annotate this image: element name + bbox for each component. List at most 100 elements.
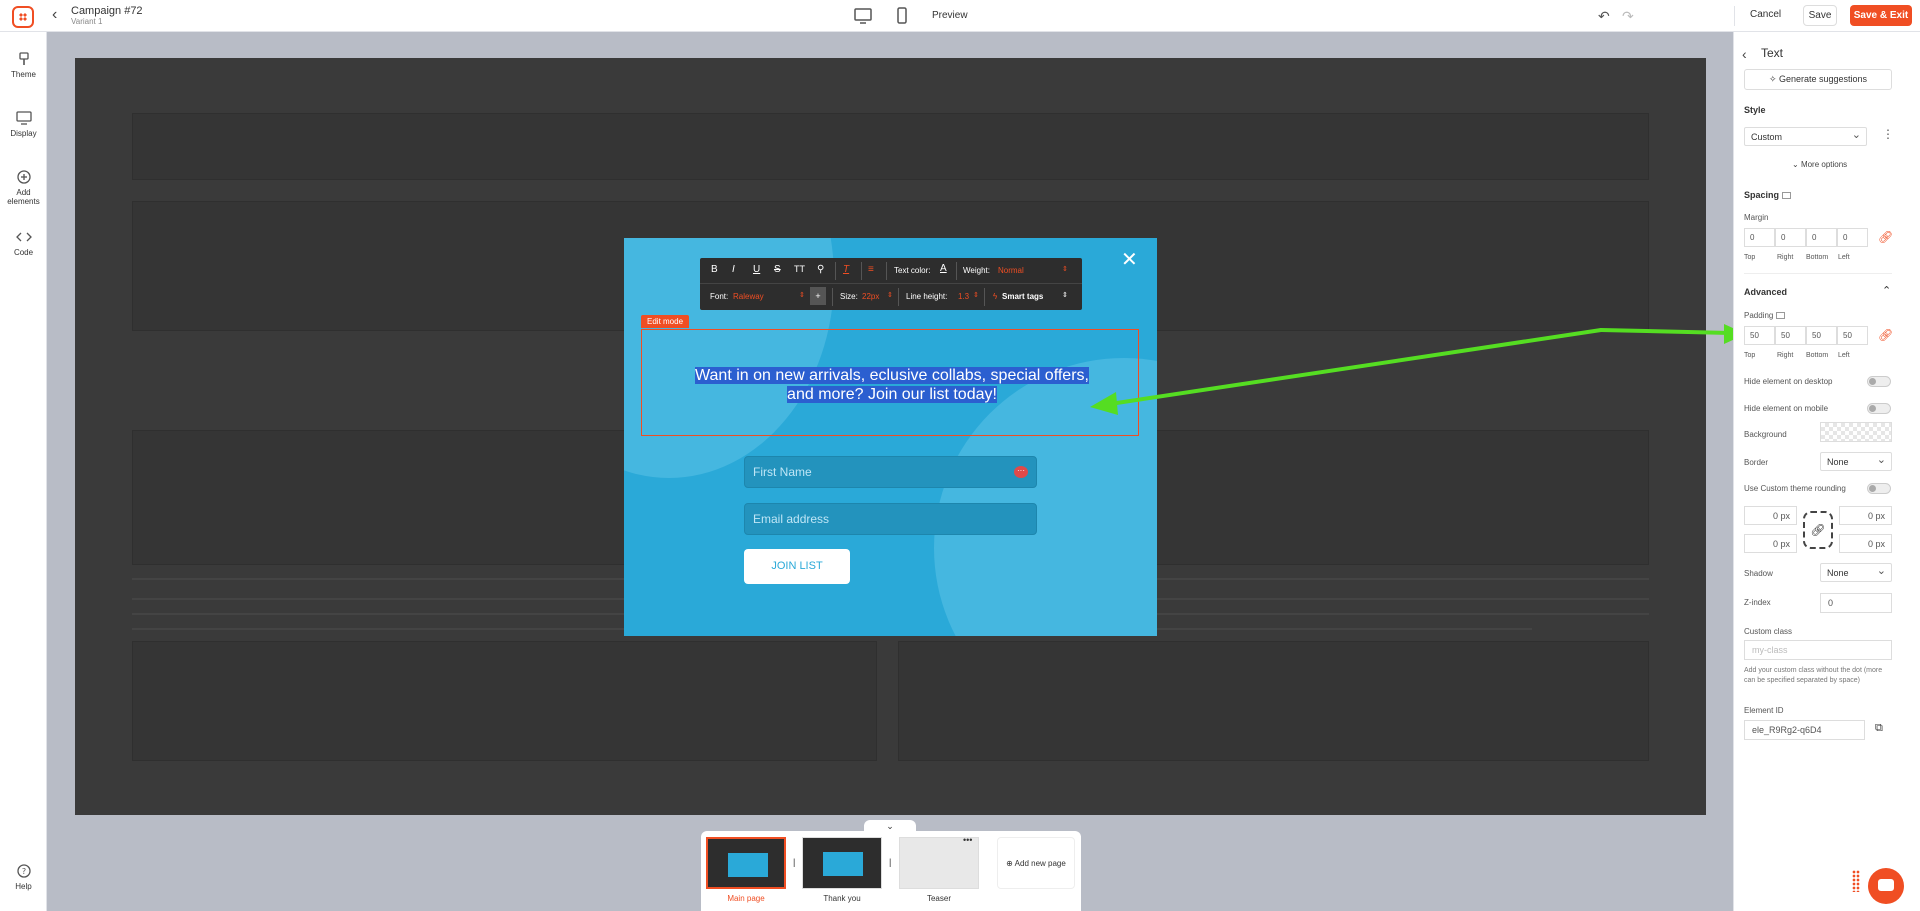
radius-top-left-input[interactable]: 0 px xyxy=(1744,506,1797,525)
generate-label: Generate suggestions xyxy=(1778,74,1868,84)
copy-icon[interactable]: ⧉ xyxy=(1875,722,1883,735)
style-heading: Style xyxy=(1744,105,1766,115)
divider xyxy=(835,262,836,280)
padding-label: Padding xyxy=(1744,311,1786,320)
padding-left-input[interactable]: 50 xyxy=(1837,326,1868,345)
join-list-button[interactable]: JOIN LIST xyxy=(744,549,850,584)
headline-text[interactable]: Want in on new arrivals, eclusive collab… xyxy=(682,366,1102,404)
radius-top-right-input[interactable]: 0 px xyxy=(1839,506,1892,525)
padding-bottom-input[interactable]: 50 xyxy=(1806,326,1837,345)
text-color-icon[interactable]: A xyxy=(940,263,947,274)
first-name-field[interactable]: First Name ··· xyxy=(744,456,1037,488)
border-select[interactable]: None xyxy=(1820,452,1892,471)
back-icon[interactable]: ‹ xyxy=(52,6,57,24)
stepper-icon: ⇕ xyxy=(887,292,893,299)
add-page-label: Add new page xyxy=(1014,859,1066,868)
sidebar-item-theme[interactable]: Theme xyxy=(0,52,47,79)
save-exit-button[interactable]: Save & Exit xyxy=(1850,5,1912,26)
underline-icon[interactable]: U xyxy=(753,264,760,275)
padding-top-input[interactable]: 50 xyxy=(1744,326,1775,345)
ghost-block xyxy=(132,113,1649,180)
margin-top-input[interactable]: 0 xyxy=(1744,228,1775,247)
clear-format-icon[interactable]: T xyxy=(843,264,849,275)
line-height-select[interactable]: 1.3 xyxy=(958,292,969,301)
zindex-input[interactable]: 0 xyxy=(1820,593,1892,613)
mobile-view-icon[interactable] xyxy=(894,6,910,26)
cancel-button[interactable]: Cancel xyxy=(1750,9,1781,20)
radius-bottom-left-input[interactable]: 0 px xyxy=(1744,534,1797,553)
style-select-value: Custom xyxy=(1751,132,1783,142)
page-thumb-main[interactable] xyxy=(706,837,786,889)
thumb-preview xyxy=(728,853,768,877)
more-icon[interactable]: ··· xyxy=(1014,466,1028,478)
more-icon[interactable]: ••• xyxy=(963,835,972,845)
link-icon[interactable]: 🔗︎ xyxy=(1878,328,1893,342)
chat-icon[interactable] xyxy=(1868,868,1904,904)
drag-handle-icon[interactable] xyxy=(1852,870,1860,892)
text-transform-icon[interactable]: TT xyxy=(794,264,805,274)
weight-select[interactable]: Normal xyxy=(998,266,1024,275)
element-id-input[interactable]: ele_R9Rg2-q6D4 xyxy=(1744,720,1865,740)
margin-right-input[interactable]: 0 xyxy=(1775,228,1806,247)
chevron-up-icon[interactable]: ⌃ xyxy=(1882,284,1891,297)
add-font-button[interactable]: + xyxy=(810,287,826,305)
margin-left-input[interactable]: 0 xyxy=(1837,228,1868,247)
undo-icon[interactable]: ↶ xyxy=(1598,8,1610,25)
code-icon xyxy=(15,232,32,242)
shadow-select[interactable]: None xyxy=(1820,563,1892,582)
sidebar-item-help[interactable]: ? Help xyxy=(0,864,47,891)
radius-link-icon[interactable]: 🔗︎ xyxy=(1803,511,1833,549)
sidebar-item-display[interactable]: Display xyxy=(0,111,47,138)
border-label: Border xyxy=(1744,458,1769,467)
more-options-link[interactable]: ⌄ More options xyxy=(1792,160,1847,169)
sidebar-item-add-elements[interactable]: Add elements xyxy=(0,170,47,206)
strikethrough-icon[interactable]: S xyxy=(774,264,781,275)
page-thumb-thank-you[interactable] xyxy=(802,837,882,889)
radius-bottom-right-input[interactable]: 0 px xyxy=(1839,534,1892,553)
hide-mobile-toggle[interactable] xyxy=(1867,403,1891,414)
panel-title: Text xyxy=(1761,46,1784,60)
app-logo[interactable] xyxy=(12,6,34,28)
add-page-button[interactable]: ⊕ Add new page xyxy=(997,837,1075,889)
spacing-heading: Spacing xyxy=(1744,190,1792,200)
align-icon[interactable]: ≡ xyxy=(868,264,874,275)
selected-text-element[interactable]: Want in on new arrivals, eclusive collab… xyxy=(641,329,1139,436)
help-icon: ? xyxy=(16,864,31,878)
stepper-icon: ⇕ xyxy=(973,292,979,299)
italic-icon[interactable]: I xyxy=(732,264,735,275)
bold-icon[interactable]: B xyxy=(711,264,718,275)
more-options-label: More options xyxy=(1800,160,1848,169)
toolbar-row: B I U S TT ⚲ T ≡ Text color: A Weight: N… xyxy=(700,258,1082,284)
page-label: Thank you xyxy=(823,894,861,903)
brush-icon xyxy=(18,52,29,65)
link-icon[interactable]: 🔗︎ xyxy=(1878,230,1893,244)
generate-suggestions-button[interactable]: ✧ Generate suggestions xyxy=(1744,69,1892,90)
size-select[interactable]: 22px xyxy=(862,292,879,301)
smart-tags-select[interactable]: Smart tags xyxy=(1002,292,1043,301)
popup-preview[interactable]: ✕ B I U S TT ⚲ T ≡ Text color: A Weight:… xyxy=(624,238,1157,636)
help-label: Help xyxy=(15,882,32,891)
close-icon[interactable]: ✕ xyxy=(1121,250,1138,270)
padding-right-input[interactable]: 50 xyxy=(1775,326,1806,345)
style-select[interactable]: Custom xyxy=(1744,127,1867,146)
background-picker[interactable] xyxy=(1820,422,1892,442)
size-label: Size: xyxy=(840,292,858,301)
stepper-icon: ⇕ xyxy=(1062,292,1068,299)
redo-icon[interactable]: ↷ xyxy=(1622,8,1634,25)
link-icon[interactable]: ⚲ xyxy=(817,264,824,275)
variant-label: Variant 1 xyxy=(71,17,103,26)
custom-rounding-toggle[interactable] xyxy=(1867,483,1891,494)
email-field[interactable]: Email address xyxy=(744,503,1037,535)
save-button[interactable]: Save xyxy=(1803,5,1837,26)
kebab-menu-icon[interactable]: ⋮ xyxy=(1882,127,1894,141)
hide-desktop-toggle[interactable] xyxy=(1867,376,1891,387)
preview-button[interactable]: Preview xyxy=(932,10,968,21)
back-icon[interactable]: ‹ xyxy=(1742,46,1747,62)
desktop-view-icon[interactable] xyxy=(852,6,874,26)
svg-text:?: ? xyxy=(21,867,25,876)
sidebar-item-code[interactable]: Code xyxy=(0,230,47,257)
plus-circle-icon: ⊕ xyxy=(1006,859,1015,868)
custom-class-input[interactable]: my-class xyxy=(1744,640,1892,660)
margin-bottom-input[interactable]: 0 xyxy=(1806,228,1837,247)
font-select[interactable]: Raleway xyxy=(733,292,764,301)
